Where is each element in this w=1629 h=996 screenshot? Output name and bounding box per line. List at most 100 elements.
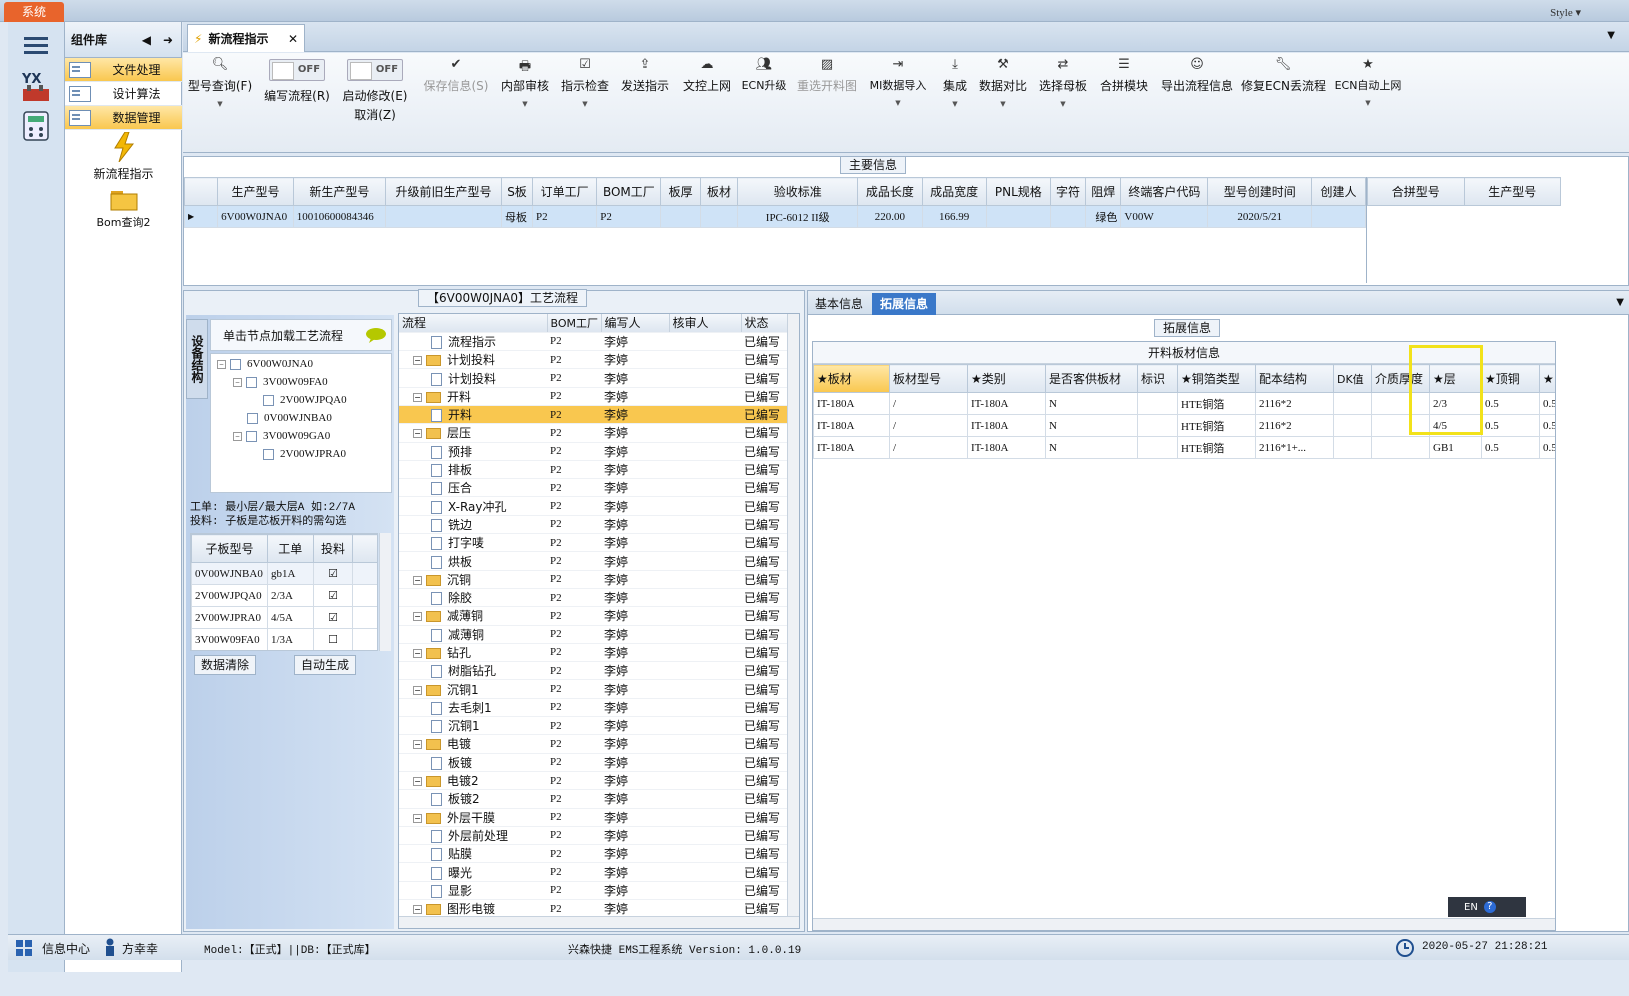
collapse-toggle-icon[interactable]: − (413, 429, 422, 439)
board-cell[interactable]: HTE铜箔 (1177, 414, 1256, 437)
equipment-structure-tab[interactable]: 设备结构 (186, 319, 208, 399)
board-cell[interactable] (1333, 436, 1372, 459)
column-header[interactable]: 是否客供板材 (1045, 364, 1138, 393)
process-row[interactable]: 烘板 P2 李婷 已编写 (399, 551, 787, 571)
system-button[interactable]: 系统 (4, 2, 64, 22)
process-row[interactable]: 曝光 P2 李婷 已编写 (399, 862, 787, 882)
board-cell[interactable]: N (1045, 414, 1138, 437)
process-row[interactable]: 板镀 P2 李婷 已编写 (399, 753, 787, 772)
column-header[interactable]: 新生产型号 (292, 177, 386, 206)
column-header[interactable]: 生产型号 (217, 177, 294, 206)
save-info-button[interactable]: ✔ 保存信息(S) (421, 57, 491, 94)
column-header[interactable]: 板材型号 (889, 364, 968, 393)
collapse-toggle-icon[interactable]: − (413, 575, 422, 585)
ecn-upgrade-button[interactable]: 👥︎ ECN升级 (739, 57, 789, 93)
process-vertical-scrollbar[interactable] (787, 314, 799, 918)
table-row[interactable]: 2V00WJPRA0 4/5A ☑ (191, 606, 377, 629)
board-cell[interactable]: 0.5 (1539, 436, 1555, 459)
column-header[interactable]: ★类别 (967, 364, 1046, 393)
calculator-icon[interactable] (14, 104, 58, 148)
collapse-toggle-icon[interactable]: − (413, 740, 422, 750)
auto-generate-button[interactable]: 自动生成 (294, 655, 356, 675)
model-query-button[interactable]: 🔍︎ 型号查询(F) ▼ (185, 57, 255, 108)
reselect-cutting-map-button[interactable]: ▨ 重选开料图 (795, 57, 859, 94)
process-row[interactable]: X-Ray冲孔 P2 李婷 已编写 (399, 496, 787, 516)
process-row[interactable]: − 计划投料 P2 李婷 已编写 (399, 350, 787, 370)
board-cell[interactable]: HTE铜箔 (1177, 436, 1256, 459)
board-cell[interactable]: IT-180A (967, 392, 1046, 415)
board-cell[interactable]: IT-180A (813, 414, 890, 437)
board-cell[interactable]: N (1045, 436, 1138, 459)
board-row[interactable]: IT-180A/IT-180ANHTE铜箔2116*1+...GB10.50.5 (813, 436, 1555, 459)
column-header[interactable]: 标识 (1137, 364, 1178, 393)
process-row[interactable]: 贴膜 P2 李婷 已编写 (399, 844, 787, 864)
board-cell[interactable] (1333, 414, 1372, 437)
tree-node[interactable]: 2V00WJPQA0 (263, 394, 347, 406)
board-cell[interactable] (1333, 392, 1372, 415)
board-cell[interactable]: 0.5 (1481, 392, 1540, 415)
write-process-toggle[interactable]: OFF 编写流程(R) (259, 59, 335, 104)
tree-node[interactable]: −3V00W09GA0 (233, 430, 330, 442)
style-menu[interactable]: Style ▾ (1550, 6, 1581, 19)
process-row[interactable]: 除胶 P2 李婷 已编写 (399, 588, 787, 608)
board-cell[interactable]: GB1 (1429, 436, 1482, 459)
board-cell[interactable]: / (889, 392, 968, 415)
nav-item-data-management[interactable]: 数据管理 (65, 106, 182, 130)
column-header[interactable]: 阻焊 (1085, 177, 1122, 206)
feed-checkbox[interactable]: ☐ (312, 628, 354, 650)
mi-data-import-button[interactable]: ⇥ MI数据导入 ▼ (865, 57, 931, 107)
collapse-toggle-icon[interactable]: − (413, 648, 422, 658)
doc-control-online-button[interactable]: ☁ 文控上网 (679, 57, 735, 94)
collapse-left-icon[interactable]: ◀ (142, 33, 151, 47)
column-header[interactable]: 板厚 (660, 177, 701, 206)
column-header[interactable]: 流程 (399, 314, 548, 333)
table-row[interactable]: 0V00WJNBA0 gb1A ☑ (191, 562, 377, 585)
column-header[interactable]: 字符 (1049, 177, 1087, 206)
feed-checkbox[interactable]: ☑ (312, 584, 354, 607)
board-cell[interactable]: 0.5 (1481, 436, 1540, 459)
close-tab-icon[interactable]: ✕ (288, 32, 298, 46)
tree-node[interactable]: −6V00W0JNA0 (217, 358, 313, 370)
board-cell[interactable]: IT-180A (813, 392, 890, 415)
board-cell[interactable]: IT-180A (813, 436, 890, 459)
column-header[interactable]: 板材 (699, 177, 739, 206)
process-row[interactable]: − 沉铜 P2 李婷 已编写 (399, 570, 787, 589)
collapse-toggle-icon[interactable]: − (413, 612, 422, 622)
clear-data-button[interactable]: 数据清除 (194, 655, 256, 675)
column-header[interactable]: ★铜箔类型 (1177, 364, 1256, 393)
collapse-toggle-icon[interactable]: − (413, 356, 422, 366)
tree-node[interactable]: −3V00W09FA0 (233, 376, 328, 388)
column-header[interactable]: ★板材 (813, 364, 890, 393)
column-header[interactable]: 合拼型号 (1367, 177, 1465, 206)
merge-module-button[interactable]: ☰ 合拼模块 (1097, 57, 1151, 94)
board-cell[interactable] (1137, 392, 1178, 415)
column-header[interactable]: ★ (1539, 364, 1555, 393)
board-cell[interactable]: / (889, 436, 968, 459)
board-horizontal-scrollbar[interactable] (813, 918, 1555, 930)
select-mother-board-button[interactable]: ⇄ 选择母板 ▼ (1037, 57, 1089, 108)
ime-language-label[interactable]: EN (1464, 902, 1478, 913)
board-cell[interactable] (1137, 436, 1178, 459)
collapse-toggle-icon[interactable]: − (413, 813, 422, 823)
board-cell[interactable]: N (1045, 392, 1138, 415)
tool-bom-query[interactable]: Bom查询2 (65, 187, 182, 230)
sub-board-scrollbar[interactable] (379, 533, 391, 651)
help-icon[interactable]: ? (1483, 901, 1496, 913)
column-header[interactable]: 生产型号 (1463, 177, 1561, 206)
info-center-link[interactable]: 信息中心 (42, 940, 90, 957)
table-row[interactable]: 3V00W09FA0 1/3A ☐ (191, 628, 377, 650)
board-cell[interactable]: HTE铜箔 (1177, 392, 1256, 415)
column-header[interactable]: 型号创建时间 (1207, 177, 1312, 206)
repair-ecn-process-button[interactable]: 🔧︎ 修复ECN丢流程 (1241, 57, 1326, 94)
column-header[interactable]: DK值 (1333, 364, 1372, 393)
off-toggle[interactable]: OFF (269, 59, 325, 81)
board-cell[interactable]: 0.5 (1539, 414, 1555, 437)
integrate-button[interactable]: ⤓ 集成 ▼ (939, 57, 971, 108)
start-modify-toggle[interactable]: OFF 启动修改(E) 取消(Z) (339, 59, 411, 123)
board-cell[interactable]: / (889, 414, 968, 437)
tool-new-process[interactable]: 新流程指示 (65, 131, 182, 182)
instruction-check-button[interactable]: ☑ 指示检查 ▼ (557, 57, 613, 108)
column-header[interactable]: 投料 (312, 534, 354, 563)
column-header[interactable]: BOM工厂 (547, 314, 602, 333)
column-header[interactable]: 订单工厂 (532, 177, 598, 206)
